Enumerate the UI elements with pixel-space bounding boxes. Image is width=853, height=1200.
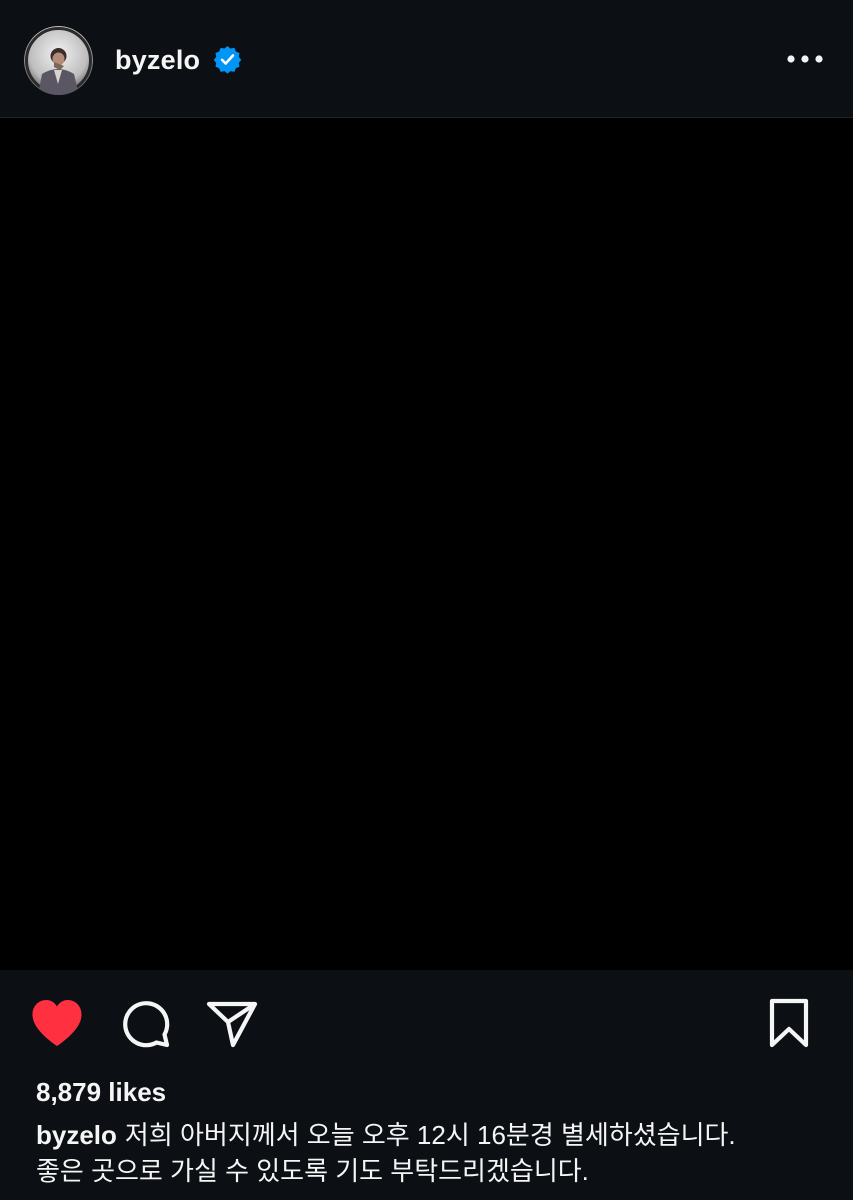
share-icon[interactable]: [206, 1000, 258, 1048]
bookmark-icon[interactable]: [768, 998, 810, 1048]
verified-badge-icon: [213, 46, 242, 74]
caption-username[interactable]: byzelo: [36, 1120, 117, 1150]
post-caption: byzelo 저희 아버지께서 오늘 오후 12시 16분경 별세하셨습니다. 좋…: [36, 1117, 826, 1189]
caption-text-1: 저희 아버지께서 오늘 오후 12시 16분경 별세하셨습니다.: [124, 1120, 736, 1150]
post-media[interactable]: [0, 118, 853, 970]
like-heart-icon[interactable]: [30, 998, 84, 1048]
instagram-post: byzelo 8,879 likes byzelo 저희 아버지께서 오늘 오후 …: [0, 0, 853, 1200]
more-options-icon[interactable]: [783, 46, 827, 72]
action-bar: [0, 970, 853, 1080]
comment-icon[interactable]: [120, 998, 170, 1048]
username[interactable]: byzelo: [115, 44, 200, 76]
caption-text-2: 좋은 곳으로 가실 수 있도록 기도 부탁드리겠습니다.: [36, 1156, 589, 1186]
caption-line-1: byzelo 저희 아버지께서 오늘 오후 12시 16분경 별세하셨습니다.: [36, 1117, 826, 1153]
avatar[interactable]: [24, 26, 93, 95]
likes-count[interactable]: 8,879 likes: [36, 1075, 166, 1109]
post-header: byzelo: [0, 0, 853, 118]
